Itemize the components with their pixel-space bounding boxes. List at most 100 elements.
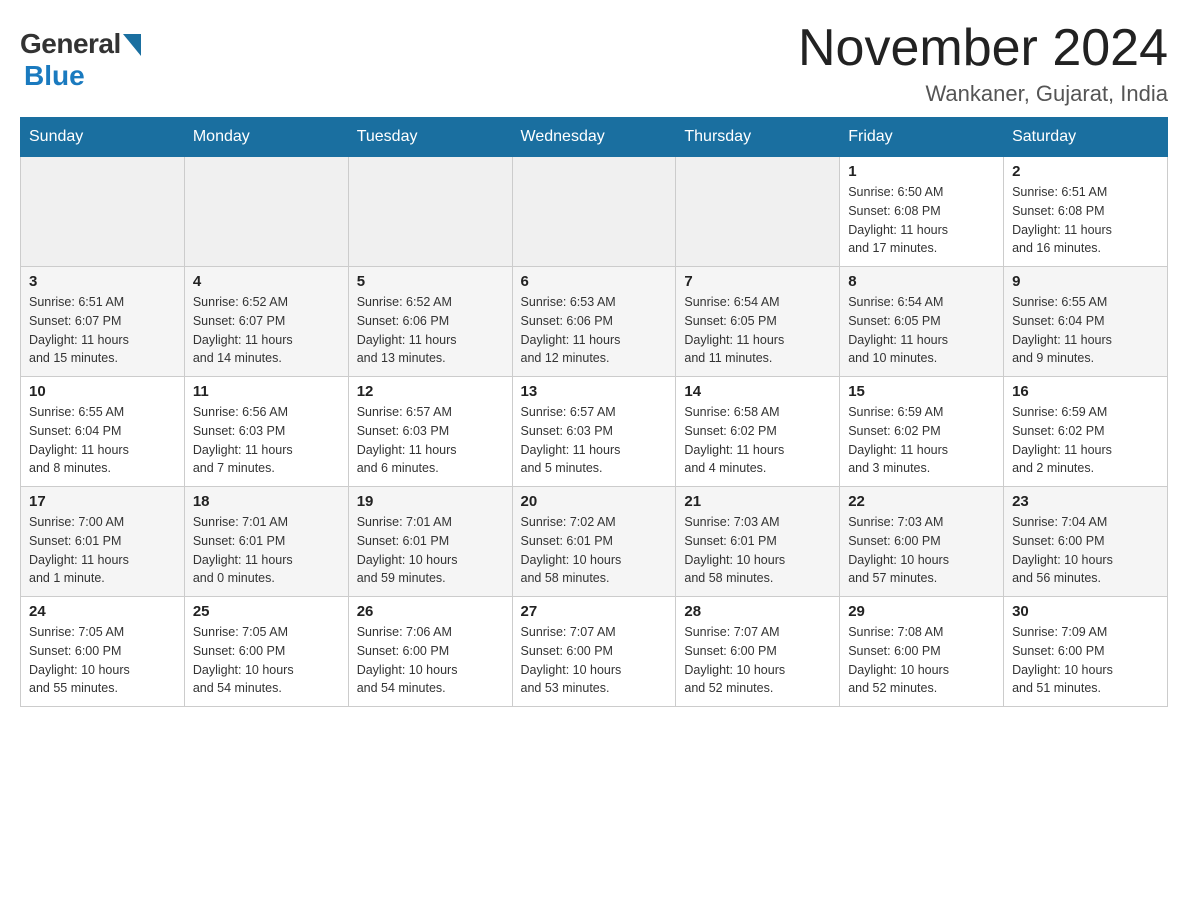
day-number: 13 [521,383,668,400]
calendar-cell: 12 Sunrise: 6:57 AMSunset: 6:03 PMDayligh… [348,377,512,487]
calendar-week-row: 1 Sunrise: 6:50 AMSunset: 6:08 PMDaylight… [21,157,1168,267]
day-number: 12 [357,383,504,400]
day-number: 25 [193,603,340,620]
day-number: 9 [1012,273,1159,290]
day-info: Sunrise: 7:01 AMSunset: 6:01 PMDaylight:… [193,513,340,588]
day-info: Sunrise: 7:04 AMSunset: 6:00 PMDaylight:… [1012,513,1159,588]
calendar-header-saturday: Saturday [1004,118,1168,157]
calendar-cell: 7Sunrise: 6:54 AMSunset: 6:05 PMDaylight… [676,267,840,377]
day-number: 19 [357,493,504,510]
day-info: Sunrise: 6:50 AMSunset: 6:08 PMDaylight:… [848,183,995,258]
day-info: Sunrise: 6:59 AMSunset: 6:02 PMDaylight:… [1012,403,1159,478]
calendar-cell: 28 Sunrise: 7:07 AMSunset: 6:00 PMDayligh… [676,597,840,707]
calendar-table: SundayMondayTuesdayWednesdayThursdayFrid… [20,117,1168,707]
day-number: 10 [29,383,176,400]
calendar-cell [21,157,185,267]
calendar-cell: 26Sunrise: 7:06 AMSunset: 6:00 PMDayligh… [348,597,512,707]
day-info: Sunrise: 6:51 AMSunset: 6:08 PMDaylight:… [1012,183,1159,258]
day-number: 3 [29,273,176,290]
calendar-header-friday: Friday [840,118,1004,157]
day-number: 18 [193,493,340,510]
calendar-cell: 18 Sunrise: 7:01 AMSunset: 6:01 PMDayligh… [184,487,348,597]
calendar-header-wednesday: Wednesday [512,118,676,157]
day-info: Sunrise: 6:59 AMSunset: 6:02 PMDaylight:… [848,403,995,478]
day-info: Sunrise: 6:57 AMSunset: 6:03 PMDaylight:… [357,403,504,478]
day-info: Sunrise: 6:54 AMSunset: 6:05 PMDaylight:… [684,293,831,368]
calendar-cell: 29 Sunrise: 7:08 AMSunset: 6:00 PMDayligh… [840,597,1004,707]
day-info: Sunrise: 7:02 AMSunset: 6:01 PMDaylight:… [521,513,668,588]
day-info: Sunrise: 6:51 AMSunset: 6:07 PMDaylight:… [29,293,176,368]
calendar-cell: 9 Sunrise: 6:55 AMSunset: 6:04 PMDaylight… [1004,267,1168,377]
logo-general-text: General [20,28,121,60]
calendar-header-row: SundayMondayTuesdayWednesdayThursdayFrid… [21,118,1168,157]
calendar-week-row: 3 Sunrise: 6:51 AMSunset: 6:07 PMDaylight… [21,267,1168,377]
calendar-cell: 8Sunrise: 6:54 AMSunset: 6:05 PMDaylight… [840,267,1004,377]
calendar-cell: 2 Sunrise: 6:51 AMSunset: 6:08 PMDaylight… [1004,157,1168,267]
day-number: 17 [29,493,176,510]
day-number: 5 [357,273,504,290]
day-info: Sunrise: 6:55 AMSunset: 6:04 PMDaylight:… [1012,293,1159,368]
calendar-cell: 16Sunrise: 6:59 AMSunset: 6:02 PMDayligh… [1004,377,1168,487]
day-number: 28 [684,603,831,620]
day-number: 6 [521,273,668,290]
calendar-cell: 20Sunrise: 7:02 AMSunset: 6:01 PMDayligh… [512,487,676,597]
calendar-header-thursday: Thursday [676,118,840,157]
day-info: Sunrise: 7:05 AMSunset: 6:00 PMDaylight:… [193,623,340,698]
calendar-week-row: 24 Sunrise: 7:05 AMSunset: 6:00 PMDayligh… [21,597,1168,707]
calendar-cell [184,157,348,267]
day-info: Sunrise: 6:52 AMSunset: 6:06 PMDaylight:… [357,293,504,368]
day-info: Sunrise: 6:56 AMSunset: 6:03 PMDaylight:… [193,403,340,478]
location-title: Wankaner, Gujarat, India [798,81,1168,107]
day-info: Sunrise: 7:08 AMSunset: 6:00 PMDaylight:… [848,623,995,698]
day-number: 8 [848,273,995,290]
calendar-cell: 27 Sunrise: 7:07 AMSunset: 6:00 PMDayligh… [512,597,676,707]
day-number: 23 [1012,493,1159,510]
day-number: 24 [29,603,176,620]
calendar-week-row: 10 Sunrise: 6:55 AMSunset: 6:04 PMDayligh… [21,377,1168,487]
calendar-header-monday: Monday [184,118,348,157]
calendar-cell: 3 Sunrise: 6:51 AMSunset: 6:07 PMDaylight… [21,267,185,377]
day-info: Sunrise: 7:03 AMSunset: 6:00 PMDaylight:… [848,513,995,588]
day-info: Sunrise: 6:52 AMSunset: 6:07 PMDaylight:… [193,293,340,368]
day-number: 2 [1012,163,1159,180]
logo-arrow-icon [123,34,141,56]
day-info: Sunrise: 7:00 AMSunset: 6:01 PMDaylight:… [29,513,176,588]
calendar-cell: 15 Sunrise: 6:59 AMSunset: 6:02 PMDayligh… [840,377,1004,487]
day-number: 21 [684,493,831,510]
calendar-cell: 24Sunrise: 7:05 AMSunset: 6:00 PMDayligh… [21,597,185,707]
day-info: Sunrise: 7:09 AMSunset: 6:00 PMDaylight:… [1012,623,1159,698]
day-info: Sunrise: 6:58 AMSunset: 6:02 PMDaylight:… [684,403,831,478]
calendar-cell: 13Sunrise: 6:57 AMSunset: 6:03 PMDayligh… [512,377,676,487]
day-info: Sunrise: 7:06 AMSunset: 6:00 PMDaylight:… [357,623,504,698]
day-number: 4 [193,273,340,290]
day-number: 14 [684,383,831,400]
calendar-cell: 21Sunrise: 7:03 AMSunset: 6:01 PMDayligh… [676,487,840,597]
calendar-cell: 4 Sunrise: 6:52 AMSunset: 6:07 PMDaylight… [184,267,348,377]
day-info: Sunrise: 6:55 AMSunset: 6:04 PMDaylight:… [29,403,176,478]
day-info: Sunrise: 7:07 AMSunset: 6:00 PMDaylight:… [521,623,668,698]
day-number: 1 [848,163,995,180]
calendar-cell: 25 Sunrise: 7:05 AMSunset: 6:00 PMDayligh… [184,597,348,707]
calendar-cell: 17 Sunrise: 7:00 AMSunset: 6:01 PMDayligh… [21,487,185,597]
day-number: 22 [848,493,995,510]
logo: General Blue [20,20,141,92]
calendar-header-tuesday: Tuesday [348,118,512,157]
calendar-cell: 23 Sunrise: 7:04 AMSunset: 6:00 PMDayligh… [1004,487,1168,597]
calendar-cell: 5 Sunrise: 6:52 AMSunset: 6:06 PMDaylight… [348,267,512,377]
calendar-cell: 22 Sunrise: 7:03 AMSunset: 6:00 PMDayligh… [840,487,1004,597]
month-title: November 2024 [798,20,1168,77]
calendar-cell [676,157,840,267]
day-number: 27 [521,603,668,620]
calendar-week-row: 17 Sunrise: 7:00 AMSunset: 6:01 PMDayligh… [21,487,1168,597]
calendar-cell: 10 Sunrise: 6:55 AMSunset: 6:04 PMDayligh… [21,377,185,487]
logo-blue-text: Blue [24,60,85,91]
calendar-cell [512,157,676,267]
calendar-cell: 19Sunrise: 7:01 AMSunset: 6:01 PMDayligh… [348,487,512,597]
day-info: Sunrise: 6:53 AMSunset: 6:06 PMDaylight:… [521,293,668,368]
title-section: November 2024 Wankaner, Gujarat, India [798,20,1168,107]
day-number: 15 [848,383,995,400]
day-number: 29 [848,603,995,620]
calendar-cell: 30 Sunrise: 7:09 AMSunset: 6:00 PMDayligh… [1004,597,1168,707]
day-info: Sunrise: 7:07 AMSunset: 6:00 PMDaylight:… [684,623,831,698]
day-number: 30 [1012,603,1159,620]
